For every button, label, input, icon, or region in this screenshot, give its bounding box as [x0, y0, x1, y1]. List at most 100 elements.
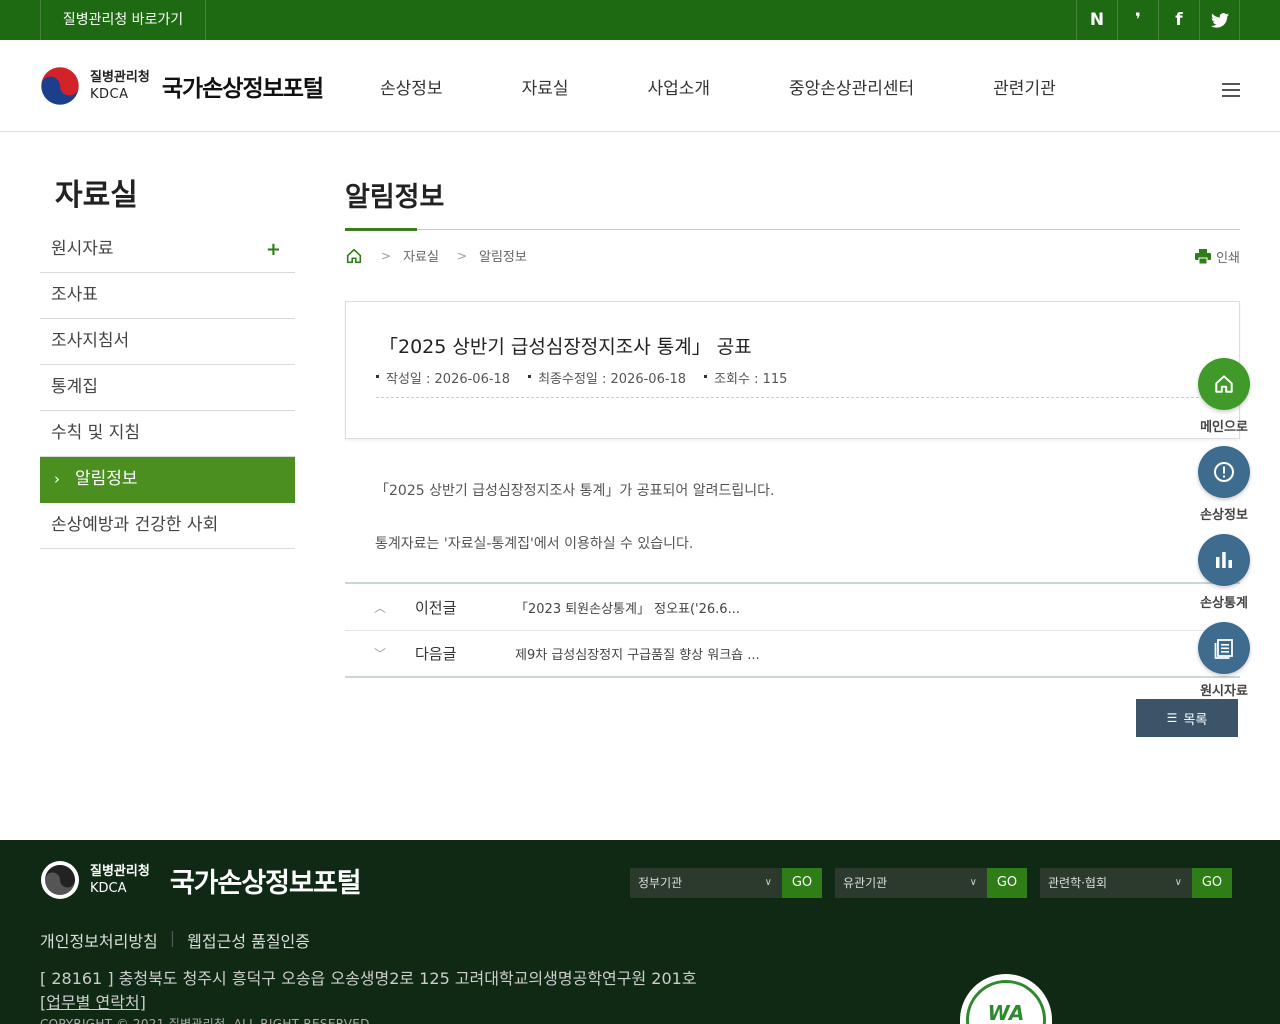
- nav-item-related-orgs[interactable]: 관련기관: [993, 74, 1056, 99]
- related-orgs-go-button[interactable]: GO: [987, 868, 1027, 898]
- sidebar-item-label: 조사표: [51, 285, 98, 305]
- org-name-ko: 질병관리청: [90, 864, 150, 879]
- prev-post-title[interactable]: 「2023 퇴원손상통계」 정오표('26.6...: [515, 598, 740, 617]
- bar-chart-icon: [1198, 534, 1250, 586]
- chevron-down-icon: ﹀: [373, 647, 386, 661]
- hamburger-menu-icon[interactable]: [1222, 83, 1240, 97]
- facebook-icon[interactable]: f: [1158, 0, 1199, 40]
- privacy-policy-link[interactable]: 개인정보처리방침: [40, 928, 158, 952]
- next-post-label: 다음글: [415, 645, 457, 663]
- gov-orgs-select-group: 정부기관 ∨ GO: [630, 868, 822, 898]
- sidebar-item-survey[interactable]: 조사표: [40, 273, 295, 319]
- site-header: 질병관리청 KDCA 국가손상정보포털 손상정보 자료실 사업소개 중앙손상관리…: [0, 40, 1280, 132]
- select-value: 유관기관: [843, 876, 888, 890]
- chevron-down-icon: ∨: [969, 877, 977, 888]
- org-name-en: KDCA: [90, 87, 129, 102]
- contact-link[interactable]: [업무별 연락처]: [40, 989, 146, 1013]
- article-modified-date: 최종수정일 : 2026-06-18: [528, 368, 686, 387]
- twitter-icon[interactable]: [1199, 0, 1240, 40]
- gov-orgs-select[interactable]: 정부기관 ∨: [630, 868, 782, 898]
- title-divider: [345, 229, 1240, 230]
- quick-item-raw-data[interactable]: 원시자료: [1194, 622, 1254, 699]
- page-title: 알림정보: [345, 182, 445, 213]
- chevron-down-icon: ∨: [764, 877, 772, 888]
- article-header: 「2025 상반기 급성심장정지조사 통계」 공표 작성일 : 2026-06-…: [345, 301, 1240, 439]
- kdca-shortcut-link[interactable]: 질병관리청 바로가기: [40, 0, 206, 40]
- sidebar-item-raw-data[interactable]: 원시자료 +: [40, 227, 295, 273]
- org-name-ko: 질병관리청: [90, 70, 150, 85]
- sidebar-menu: 원시자료 + 조사표 조사지침서 통계집 수칙 및 지침 › 알림정보 손상예방과 …: [40, 227, 295, 549]
- main-nav: 손상정보 자료실 사업소개 중앙손상관리센터 관련기관: [380, 74, 1056, 99]
- org-name: 질병관리청 KDCA: [90, 865, 150, 895]
- sidebar-item-label: 조사지침서: [51, 331, 130, 351]
- portal-name: 국가손상정보포털: [169, 867, 362, 899]
- associations-select-group: 관련학·협회 ∨ GO: [1040, 868, 1232, 898]
- sidebar-item-label: 원시자료: [51, 239, 114, 259]
- sidebar-item-label: 알림정보: [75, 469, 138, 489]
- org-name-en: KDCA: [90, 881, 127, 896]
- expand-plus-icon[interactable]: +: [266, 227, 281, 272]
- section-title: 자료실: [55, 178, 138, 213]
- gov-orgs-go-button[interactable]: GO: [782, 868, 822, 898]
- home-icon[interactable]: [345, 247, 363, 265]
- nav-item-central-center[interactable]: 중앙손상관리센터: [789, 74, 914, 99]
- sidebar-item-survey-guide[interactable]: 조사지침서: [40, 319, 295, 365]
- taegeuk-emblem-icon: [40, 66, 80, 106]
- portal-name: 국가손상정보포털: [161, 76, 324, 102]
- quick-item-label: 메인으로: [1200, 420, 1248, 435]
- quick-item-label: 손상통계: [1200, 596, 1248, 611]
- select-value: 정부기관: [638, 876, 683, 890]
- sidebar-item-label: 통계집: [51, 377, 98, 397]
- chevron-right-icon: >: [381, 248, 392, 263]
- sidebar-item-label: 손상예방과 건강한 사회: [51, 515, 219, 535]
- breadcrumb: > 자료실 > 알림정보: [345, 246, 527, 265]
- breadcrumb-item[interactable]: 자료실: [403, 246, 439, 265]
- next-post-row[interactable]: ﹀ 다음글 제9차 급성심장정지 구급품질 향상 워크숍 ...: [345, 630, 1240, 676]
- sidebar-item-notice[interactable]: › 알림정보: [40, 457, 295, 503]
- associations-select[interactable]: 관련학·협회 ∨: [1040, 868, 1192, 898]
- related-orgs-select[interactable]: 유관기관 ∨: [835, 868, 987, 898]
- article-meta: 작성일 : 2026-06-18 최종수정일 : 2026-06-18 조회수 …: [376, 368, 805, 387]
- list-button[interactable]: ☰ 목록: [1136, 699, 1238, 737]
- associations-go-button[interactable]: GO: [1192, 868, 1232, 898]
- document-icon: [1198, 622, 1250, 674]
- sidebar-item-label: 수칙 및 지침: [51, 423, 141, 443]
- quick-item-injury-info[interactable]: 손상정보: [1194, 446, 1254, 523]
- print-label: 인쇄: [1216, 251, 1240, 266]
- next-post-title[interactable]: 제9차 급성심장정지 구급품질 향상 워크숍 ...: [515, 644, 760, 663]
- nav-item-injury-info[interactable]: 손상정보: [380, 74, 443, 99]
- site-footer: 질병관리청 KDCA 국가손상정보포털 정부기관 ∨ GO 유관기관 ∨ GO 관련…: [0, 840, 1280, 1024]
- sidebar-item-prevention[interactable]: 손상예방과 건강한 사회: [40, 503, 295, 549]
- org-name: 질병관리청 KDCA: [90, 71, 150, 101]
- sidebar-item-statistics[interactable]: 통계집: [40, 365, 295, 411]
- article-body-line: 통계자료는 '자료실-통계집'에서 이용하실 수 있습니다.: [375, 536, 694, 552]
- breadcrumb-item[interactable]: 알림정보: [479, 246, 527, 265]
- print-button[interactable]: 인쇄: [1195, 247, 1240, 266]
- meta-divider: [376, 397, 1209, 398]
- accessibility-cert-link[interactable]: 웹접근성 품질인증: [187, 928, 310, 952]
- sns-links: N ❜ f: [1076, 0, 1240, 40]
- link-separator: |: [169, 928, 176, 947]
- printer-icon: [1195, 249, 1212, 264]
- quick-item-statistics[interactable]: 손상통계: [1194, 534, 1254, 611]
- chevron-up-icon: ︿: [373, 600, 386, 615]
- site-logo[interactable]: 질병관리청 KDCA 국가손상정보포털: [40, 66, 324, 106]
- nav-item-archive[interactable]: 자료실: [522, 74, 569, 99]
- prev-next-nav: ︿ 이전글 「2023 퇴원손상통계」 정오표('26.6... ﹀ 다음글 제…: [345, 582, 1240, 678]
- title-divider-accent: [345, 228, 417, 231]
- related-orgs-select-group: 유관기관 ∨ GO: [835, 868, 1027, 898]
- copyright: COPYRIGHT © 2021 질병관리청. ALL RIGHT RESERV…: [40, 1017, 370, 1024]
- sidebar-item-rules[interactable]: 수칙 및 지침: [40, 411, 295, 457]
- chevron-down-icon: ∨: [1174, 877, 1182, 888]
- prev-post-row[interactable]: ︿ 이전글 「2023 퇴원손상통계」 정오표('26.6...: [345, 584, 1240, 630]
- home-icon: [1198, 358, 1250, 410]
- quick-item-main[interactable]: 메인으로: [1194, 358, 1254, 435]
- article-view-count: 조회수 : 115: [704, 368, 787, 387]
- naver-post-icon[interactable]: ❜: [1117, 0, 1158, 40]
- prev-post-label: 이전글: [415, 598, 457, 617]
- naver-blog-icon[interactable]: N: [1076, 0, 1117, 40]
- alert-icon: [1198, 446, 1250, 498]
- nav-item-business[interactable]: 사업소개: [647, 74, 710, 99]
- chevron-right-icon: >: [456, 248, 468, 263]
- article-title: 「2025 상반기 급성심장정지조사 통계」 공표: [379, 336, 752, 358]
